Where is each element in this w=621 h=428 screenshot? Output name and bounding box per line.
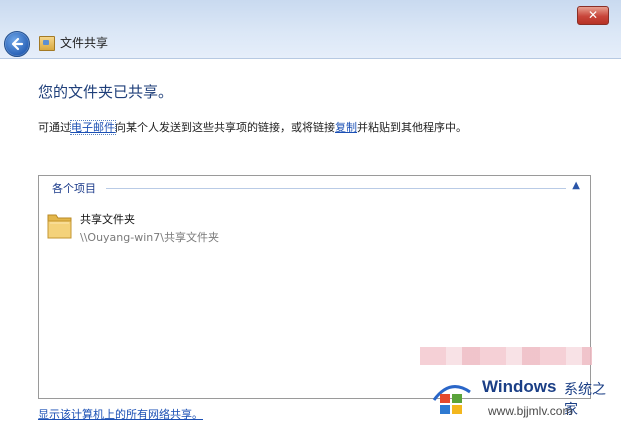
- watermark-url: www.bjjmlv.com: [488, 404, 573, 418]
- share-description: 可通过电子邮件向某个人发送到这些共享项的链接，或将链接复制并粘贴到其他程序中。: [38, 119, 467, 135]
- description-text-1: 可通过: [38, 121, 71, 134]
- folder-icon: [47, 214, 72, 239]
- windows-logo-icon: [432, 385, 471, 414]
- copy-link[interactable]: 复制: [335, 121, 357, 134]
- show-all-shares-link[interactable]: 显示该计算机上的所有网络共享。: [38, 406, 203, 422]
- chevron-up-icon[interactable]: ▲: [572, 180, 580, 191]
- file-sharing-icon: [39, 36, 55, 51]
- page-headline: 您的文件夹已共享。: [38, 83, 174, 101]
- back-arrow-icon: [11, 37, 24, 51]
- watermark-brand: Windows: [482, 377, 557, 396]
- description-text-2: 向某个人发送到这些共享项的链接，或将链接: [115, 121, 335, 134]
- blurred-region: [420, 347, 592, 365]
- group-divider: [106, 188, 566, 189]
- title-bar: ✕ 文件共享: [0, 0, 621, 59]
- shared-folder-item[interactable]: 共享文件夹 \\Ouyang-win7\共享文件夹: [46, 208, 306, 248]
- group-header-label: 各个项目: [52, 182, 96, 195]
- close-button[interactable]: ✕: [577, 6, 609, 25]
- site-watermark: Windows 系统之家 www.bjjmlv.com: [418, 366, 618, 426]
- back-button[interactable]: [4, 31, 30, 57]
- window-title: 文件共享: [60, 36, 109, 50]
- shared-folder-name: 共享文件夹: [80, 213, 135, 226]
- shared-folder-path: \\Ouyang-win7\共享文件夹: [80, 231, 219, 244]
- description-text-3: 并粘贴到其他程序中。: [357, 121, 467, 134]
- close-icon: ✕: [587, 8, 599, 22]
- email-link[interactable]: 电子邮件: [70, 120, 116, 135]
